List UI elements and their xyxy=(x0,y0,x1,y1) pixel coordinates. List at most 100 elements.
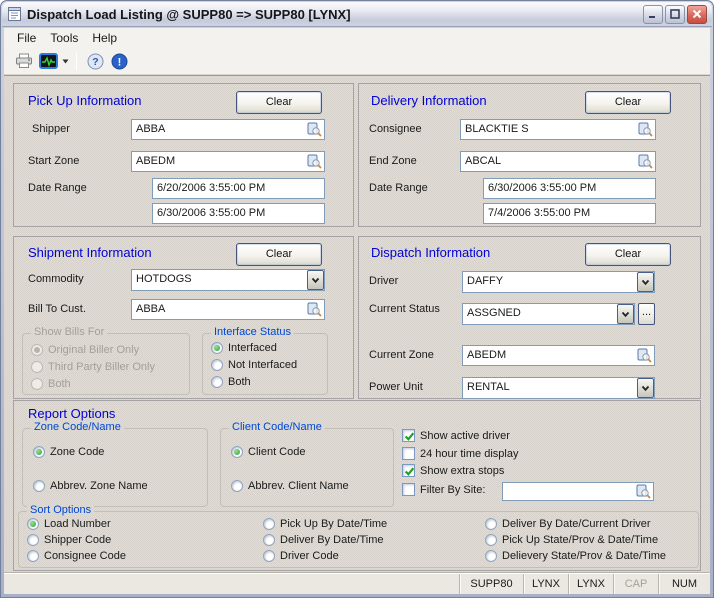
form-client-area: Pick Up Information Clear Shipper ABBA S… xyxy=(4,75,710,573)
delivery-date-to-field[interactable]: 7/4/2006 3:55:00 PM xyxy=(483,203,656,224)
delivery-date-range-label: Date Range xyxy=(369,182,428,194)
lookup-icon[interactable] xyxy=(636,484,651,499)
radio-icon xyxy=(27,534,39,546)
delivery-date-from-field[interactable]: 6/30/2006 3:55:00 PM xyxy=(483,178,656,199)
end-zone-field[interactable]: ABCAL xyxy=(460,151,656,172)
bill-to-field[interactable]: ABBA xyxy=(131,299,325,320)
menu-tools[interactable]: Tools xyxy=(43,29,85,47)
current-status-ellipsis-button[interactable]: ... xyxy=(638,303,655,325)
checkbox-show-active-driver[interactable]: Show active driver xyxy=(402,429,510,442)
lookup-icon[interactable] xyxy=(638,154,653,169)
radio-icon xyxy=(263,550,275,562)
lookup-icon[interactable] xyxy=(307,154,322,169)
show-bills-for-caption: Show Bills For xyxy=(31,326,107,338)
commodity-combo[interactable]: HOTDOGS xyxy=(131,269,325,291)
status-panel-spring xyxy=(4,574,459,594)
radio-label: Third Party Biller Only xyxy=(48,361,155,373)
radio-consignee-code[interactable]: Consignee Code xyxy=(27,550,126,562)
menu-file[interactable]: File xyxy=(10,29,43,47)
driver-dropdown-button[interactable] xyxy=(637,272,654,292)
dispatch-clear-button[interactable]: Clear xyxy=(585,243,671,266)
current-status-dropdown-button[interactable] xyxy=(617,304,634,324)
radio-label: Interfaced xyxy=(228,342,277,354)
shipment-clear-button[interactable]: Clear xyxy=(236,243,322,266)
radio-icon xyxy=(31,378,43,390)
start-zone-label: Start Zone xyxy=(28,155,79,167)
help-button[interactable]: ? xyxy=(83,50,107,72)
report-options-group: Report Options Zone Code/Name Zone Code … xyxy=(13,400,701,571)
status-bar: SUPP80 LYNX LYNX CAP NUM xyxy=(4,573,710,594)
commodity-value: HOTDOGS xyxy=(136,273,192,285)
radio-not-interfaced[interactable]: Not Interfaced xyxy=(211,359,297,371)
radio-interfaced[interactable]: Interfaced xyxy=(211,342,277,354)
radio-pickup-state-prov-datetime[interactable]: Pick Up State/Prov & Date/Time xyxy=(485,534,658,546)
radio-shipper-code[interactable]: Shipper Code xyxy=(27,534,111,546)
radio-abbrev-zone-name[interactable]: Abbrev. Zone Name xyxy=(33,480,148,492)
radio-label: Both xyxy=(48,378,71,390)
shipment-group-title: Shipment Information xyxy=(28,245,152,260)
svg-text:?: ? xyxy=(92,56,98,68)
lookup-icon[interactable] xyxy=(307,302,322,317)
lookup-icon[interactable] xyxy=(307,122,322,137)
monitor-button[interactable] xyxy=(36,50,60,72)
radio-interface-both[interactable]: Both xyxy=(211,376,251,388)
sort-options-caption: Sort Options xyxy=(27,504,94,516)
close-button[interactable] xyxy=(687,5,707,24)
monitor-dropdown-caret[interactable] xyxy=(60,50,70,72)
filter-by-site-field[interactable] xyxy=(502,482,654,501)
minimize-button[interactable] xyxy=(643,5,663,24)
lookup-icon[interactable] xyxy=(638,122,653,137)
radio-zone-code[interactable]: Zone Code xyxy=(33,446,104,458)
shipper-field[interactable]: ABBA xyxy=(131,119,325,140)
monitor-icon xyxy=(39,53,58,70)
svg-text:!: ! xyxy=(117,56,121,68)
window-title: Dispatch Load Listing @ SUPP80 => SUPP80… xyxy=(27,7,641,22)
checkbox-label: Show active driver xyxy=(420,430,510,442)
radio-driver-code[interactable]: Driver Code xyxy=(263,550,339,562)
info-button[interactable]: ! xyxy=(107,50,131,72)
radio-third-party-biller-only[interactable]: Third Party Biller Only xyxy=(31,361,155,373)
pickup-date-from-field[interactable]: 6/20/2006 3:55:00 PM xyxy=(152,178,325,199)
pickup-date-to-field[interactable]: 6/30/2006 3:55:00 PM xyxy=(152,203,325,224)
pickup-date-from-value: 6/20/2006 3:55:00 PM xyxy=(157,182,265,194)
checkbox-show-extra-stops[interactable]: Show extra stops xyxy=(402,464,504,477)
radio-deliver-by-datetime[interactable]: Deliver By Date/Time xyxy=(263,534,384,546)
radio-original-biller-only[interactable]: Original Biller Only xyxy=(31,344,139,356)
title-bar[interactable]: Dispatch Load Listing @ SUPP80 => SUPP80… xyxy=(2,2,712,27)
radio-pickup-by-datetime[interactable]: Pick Up By Date/Time xyxy=(263,518,387,530)
current-status-combo[interactable]: ASSGNED xyxy=(462,303,635,325)
delivery-date-to-value: 7/4/2006 3:55:00 PM xyxy=(488,207,590,219)
power-unit-label: Power Unit xyxy=(369,381,423,393)
start-zone-field[interactable]: ABEDM xyxy=(131,151,325,172)
radio-label: Deliver By Date/Time xyxy=(280,534,384,546)
checkbox-24-hour-time[interactable]: 24 hour time display xyxy=(402,447,518,460)
print-icon xyxy=(15,53,33,69)
menu-bar: File Tools Help xyxy=(4,28,710,48)
power-unit-dropdown-button[interactable] xyxy=(637,378,654,398)
power-unit-combo[interactable]: RENTAL xyxy=(462,377,655,399)
radio-load-number[interactable]: Load Number xyxy=(27,518,111,530)
radio-icon xyxy=(31,361,43,373)
radio-deliver-by-date-current-driver[interactable]: Deliver By Date/Current Driver xyxy=(485,518,651,530)
status-panel-user: LYNX xyxy=(523,574,568,594)
consignee-field[interactable]: BLACKTIE S xyxy=(460,119,656,140)
chevron-down-icon xyxy=(641,385,650,392)
checkbox-filter-by-site[interactable]: Filter By Site: xyxy=(402,483,485,496)
radio-show-bills-both[interactable]: Both xyxy=(31,378,71,390)
current-zone-field[interactable]: ABEDM xyxy=(462,345,655,366)
print-button[interactable] xyxy=(12,50,36,72)
radio-client-code[interactable]: Client Code xyxy=(231,446,305,458)
report-options-title: Report Options xyxy=(28,406,115,421)
checkbox-label: Filter By Site: xyxy=(420,484,485,496)
pickup-clear-button[interactable]: Clear xyxy=(236,91,322,114)
radio-icon xyxy=(231,480,243,492)
maximize-button[interactable] xyxy=(665,5,685,24)
radio-abbrev-client-name[interactable]: Abbrev. Client Name xyxy=(231,480,349,492)
radio-label: Consignee Code xyxy=(44,550,126,562)
radio-delivery-state-prov-datetime[interactable]: Delievery State/Prov & Date/Time xyxy=(485,550,666,562)
delivery-clear-button[interactable]: Clear xyxy=(585,91,671,114)
commodity-dropdown-button[interactable] xyxy=(307,270,324,290)
lookup-icon[interactable] xyxy=(637,348,652,363)
menu-help[interactable]: Help xyxy=(85,29,124,47)
driver-combo[interactable]: DAFFY xyxy=(462,271,655,293)
